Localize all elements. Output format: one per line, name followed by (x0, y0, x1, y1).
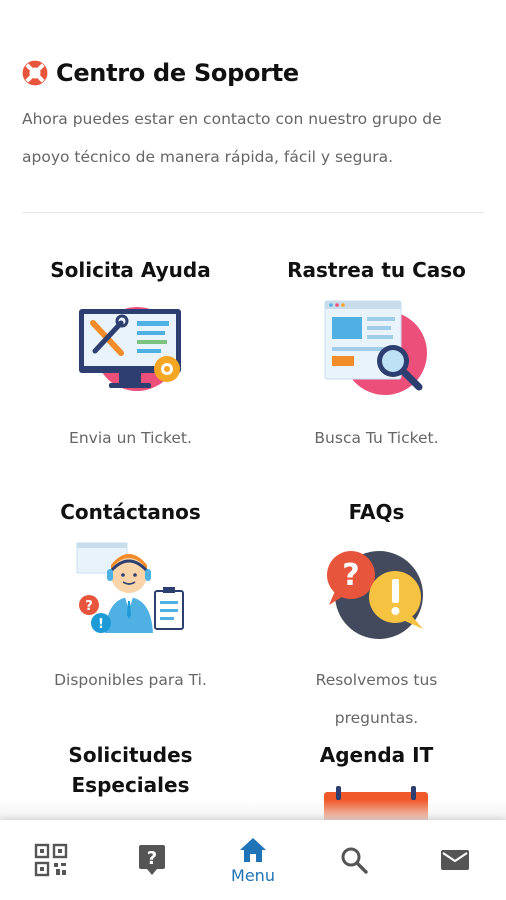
card-title: Rastrea tu Caso (287, 258, 466, 282)
card-contactanos[interactable]: Contáctanos ? ! Disponibles para Ti. (4, 497, 257, 699)
svg-text:?: ? (85, 599, 93, 614)
question-bubbles-icon: ? (326, 551, 423, 639)
svg-text:?: ? (147, 848, 157, 869)
card-faqs[interactable]: FAQs ? Resolvemos tus preguntas. (250, 497, 503, 737)
card-solicitudes-especiales[interactable]: Solicitudes Especiales (4, 740, 257, 800)
card-subtitle: Resolvemos tus preguntas. (315, 671, 438, 727)
card-solicita-ayuda[interactable]: Solicita Ayuda Envia un Ticket. (4, 255, 257, 457)
card-subtitle: Envia un Ticket. (69, 429, 192, 447)
card-title: Contáctanos (60, 500, 201, 524)
divider (22, 212, 484, 213)
monitor-tools-icon (78, 307, 181, 391)
card-subtitle: Disponibles para Ti. (54, 671, 207, 689)
card-rastrea-caso[interactable]: Rastrea tu Caso Busca Tu Ticket. (250, 255, 503, 457)
card-title: FAQs (348, 500, 405, 524)
svg-text:!: ! (98, 617, 104, 632)
scroll-fade (0, 800, 506, 822)
title-row: Centro de Soporte (22, 56, 492, 90)
search-icon (341, 847, 368, 874)
tab-search[interactable] (304, 820, 405, 900)
page-title: Centro de Soporte (56, 59, 299, 87)
page-description: Ahora puedes estar en contacto con nuest… (22, 110, 442, 166)
mail-icon (441, 850, 470, 870)
card-title: Solicitudes Especiales (68, 743, 193, 797)
lifebuoy-icon (22, 60, 48, 86)
bottom-tab-bar: ? Menu (0, 820, 506, 900)
tab-help[interactable]: ? (101, 820, 202, 900)
card-title: Solicita Ayuda (50, 258, 211, 282)
svg-text:?: ? (342, 558, 359, 593)
card-title: Agenda IT (319, 743, 434, 767)
card-subtitle: Busca Tu Ticket. (314, 429, 439, 447)
card-agenda-it[interactable]: Agenda IT (250, 740, 503, 824)
document-search-icon (324, 300, 427, 395)
home-icon (240, 837, 266, 862)
tab-menu[interactable]: Menu (202, 820, 303, 900)
question-icon: ? (138, 845, 165, 875)
tab-mail[interactable] (405, 820, 506, 900)
tab-qr-scan[interactable] (0, 820, 101, 900)
tab-menu-label: Menu (231, 865, 275, 885)
qr-code-icon (34, 843, 67, 877)
support-agent-icon: ? ! (76, 542, 184, 633)
header: Centro de Soporte Ahora puedes estar en … (22, 56, 492, 176)
